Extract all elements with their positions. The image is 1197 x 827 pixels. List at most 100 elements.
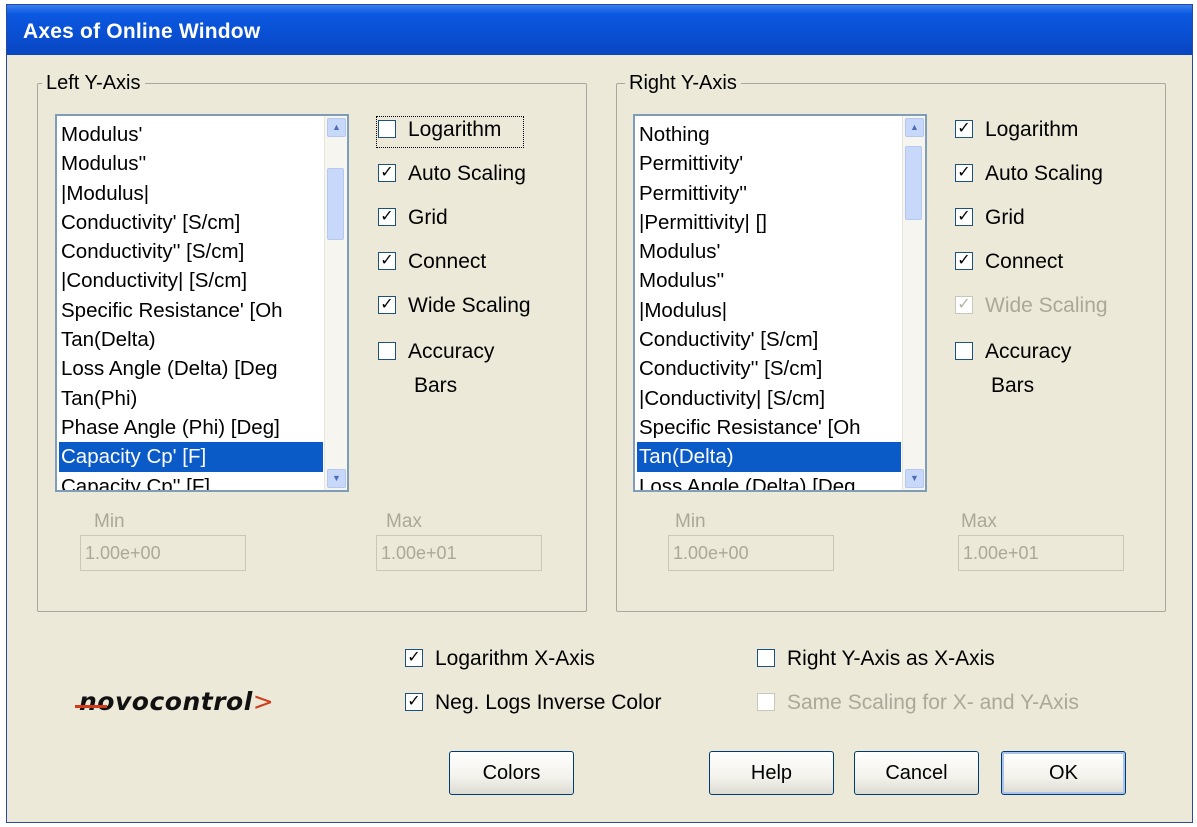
list-item[interactable]: Phase Angle (Phi) [Deg] [59, 413, 323, 442]
left-max-label: Max [386, 511, 422, 532]
right-wide-scaling-checkbox[interactable]: ✓ Wide Scaling [955, 294, 1145, 322]
left-y-axis-list: Modulus' Modulus'' |Modulus| Conductivity' … [59, 120, 323, 490]
cancel-button[interactable]: Cancel [854, 751, 979, 795]
list-item[interactable]: |Modulus| [59, 179, 323, 208]
right-auto-scaling-box: ✓ [955, 164, 973, 182]
list-item[interactable]: Modulus'' [59, 149, 323, 178]
right-connect-label: Connect [985, 250, 1064, 273]
right-logarithm-box: ✓ [955, 120, 973, 138]
list-item[interactable]: Capacity Cp' [F] [59, 442, 323, 472]
left-min-input[interactable] [80, 535, 246, 571]
left-max-input[interactable] [376, 535, 542, 571]
list-item[interactable]: |Permittivity| [] [637, 208, 901, 237]
list-item[interactable]: |Modulus| [637, 296, 901, 325]
right-grid-checkbox[interactable]: ✓ Grid [955, 206, 1055, 234]
right-grid-box: ✓ [955, 208, 973, 226]
same-scaling-checkbox[interactable]: Same Scaling for X- and Y-Axis [757, 691, 1147, 719]
novocontrol-logo: novocontrol> [75, 687, 275, 716]
list-item[interactable]: Tan(Delta) [59, 325, 323, 354]
neg-logs-inverse-box: ✓ [405, 693, 423, 711]
left-auto-scaling-box: ✓ [378, 164, 396, 182]
list-item[interactable]: Loss Angle (Delta) [Deg [637, 472, 901, 490]
scroll-down-icon[interactable]: ▼ [905, 469, 924, 488]
left-logarithm-box [378, 120, 396, 138]
left-wide-scaling-checkbox[interactable]: ✓ Wide Scaling [378, 294, 568, 322]
right-min-input[interactable] [668, 535, 834, 571]
list-item[interactable]: Modulus' [637, 237, 901, 266]
left-logarithm-checkbox[interactable]: Logarithm [376, 116, 524, 148]
left-y-axis-legend: Left Y-Axis [42, 72, 145, 94]
scroll-up-icon[interactable]: ▲ [327, 118, 346, 137]
ok-button[interactable]: OK [1001, 751, 1126, 795]
window-title: Axes of Online Window [23, 20, 261, 43]
list-item[interactable]: |Conductivity| [S/cm] [59, 266, 323, 295]
list-item[interactable]: Conductivity' [S/cm] [59, 208, 323, 237]
list-item[interactable]: Modulus'' [637, 266, 901, 295]
list-item[interactable]: Specific Resistance' [Oh [637, 413, 901, 442]
left-y-axis-listbox[interactable]: Modulus' Modulus'' |Modulus| Conductivity' … [55, 114, 349, 492]
scroll-up-icon[interactable]: ▲ [905, 118, 924, 137]
right-accuracy-bars-box [955, 342, 973, 360]
scroll-down-icon[interactable]: ▼ [327, 469, 346, 488]
scroll-thumb[interactable] [905, 146, 922, 220]
right-accuracy-label: Accuracy [985, 340, 1072, 363]
left-auto-scaling-label: Auto Scaling [408, 162, 526, 185]
list-item[interactable]: Modulus' [59, 120, 323, 149]
list-item[interactable]: Conductivity'' [S/cm] [59, 237, 323, 266]
colors-button[interactable]: Colors [449, 751, 574, 795]
list-item[interactable]: Loss Angle (Delta) [Deg [59, 354, 323, 383]
left-grid-checkbox[interactable]: ✓ Grid [378, 206, 478, 234]
left-connect-box: ✓ [378, 252, 396, 270]
left-bars-label: Bars [414, 374, 458, 397]
right-connect-checkbox[interactable]: ✓ Connect [955, 250, 1095, 278]
right-wide-scaling-box: ✓ [955, 296, 973, 314]
right-bars-label: Bars [991, 374, 1035, 397]
left-logarithm-label: Logarithm [408, 118, 502, 141]
left-accuracy-bars-checkbox[interactable]: Accuracy Bars [378, 340, 538, 400]
left-accuracy-bars-box [378, 342, 396, 360]
right-auto-scaling-label: Auto Scaling [985, 162, 1103, 185]
left-grid-label: Grid [408, 206, 448, 229]
list-item[interactable]: Tan(Delta) [637, 442, 901, 472]
left-list-scrollbar[interactable]: ▲ ▼ [324, 116, 347, 490]
list-item[interactable]: Permittivity'' [637, 179, 901, 208]
list-item[interactable]: Conductivity' [S/cm] [637, 325, 901, 354]
list-item[interactable]: |Conductivity| [S/cm] [637, 384, 901, 413]
right-max-input[interactable] [958, 535, 1124, 571]
scroll-thumb[interactable] [327, 168, 344, 240]
right-y-axis-group: Right Y-Axis Nothing Permittivity' Permitt… [616, 72, 1166, 612]
left-connect-label: Connect [408, 250, 487, 273]
logo-text: novocontrol [79, 687, 253, 716]
right-connect-box: ✓ [955, 252, 973, 270]
right-auto-scaling-checkbox[interactable]: ✓ Auto Scaling [955, 162, 1135, 190]
neg-logs-inverse-checkbox[interactable]: ✓ Neg. Logs Inverse Color [405, 691, 715, 719]
right-min-label: Min [675, 511, 706, 532]
right-y-as-x-checkbox[interactable]: Right Y-Axis as X-Axis [757, 647, 1047, 675]
right-y-axis-listbox[interactable]: Nothing Permittivity' Permittivity'' |Permi… [633, 114, 927, 492]
list-item[interactable]: Capacity Cp'' [F] [59, 472, 323, 490]
right-logarithm-label: Logarithm [985, 118, 1079, 141]
left-auto-scaling-checkbox[interactable]: ✓ Auto Scaling [378, 162, 558, 190]
logo-arrow-icon: > [252, 687, 275, 716]
right-logarithm-checkbox[interactable]: ✓ Logarithm [955, 118, 1105, 146]
log-x-axis-label: Logarithm X-Axis [435, 647, 595, 670]
neg-logs-inverse-label: Neg. Logs Inverse Color [435, 691, 662, 714]
left-y-axis-group: Left Y-Axis Modulus' Modulus'' |Modulus| Co… [37, 72, 587, 612]
right-list-scrollbar[interactable]: ▲ ▼ [902, 116, 925, 490]
same-scaling-label: Same Scaling for X- and Y-Axis [787, 691, 1079, 714]
right-y-as-x-box [757, 649, 775, 667]
right-accuracy-bars-checkbox[interactable]: Accuracy Bars [955, 340, 1115, 400]
list-item[interactable]: Specific Resistance' [Oh [59, 296, 323, 325]
help-button[interactable]: Help [709, 751, 834, 795]
left-connect-checkbox[interactable]: ✓ Connect [378, 250, 518, 278]
title-bar[interactable]: Axes of Online Window [7, 5, 1192, 55]
right-grid-label: Grid [985, 206, 1025, 229]
list-item[interactable]: Conductivity'' [S/cm] [637, 354, 901, 383]
list-item[interactable]: Permittivity' [637, 149, 901, 178]
right-y-axis-list: Nothing Permittivity' Permittivity'' |Permi… [637, 120, 901, 490]
left-min-label: Min [94, 511, 125, 532]
list-item[interactable]: Tan(Phi) [59, 384, 323, 413]
right-max-label: Max [961, 511, 997, 532]
list-item[interactable]: Nothing [637, 120, 901, 149]
log-x-axis-checkbox[interactable]: ✓ Logarithm X-Axis [405, 647, 645, 675]
